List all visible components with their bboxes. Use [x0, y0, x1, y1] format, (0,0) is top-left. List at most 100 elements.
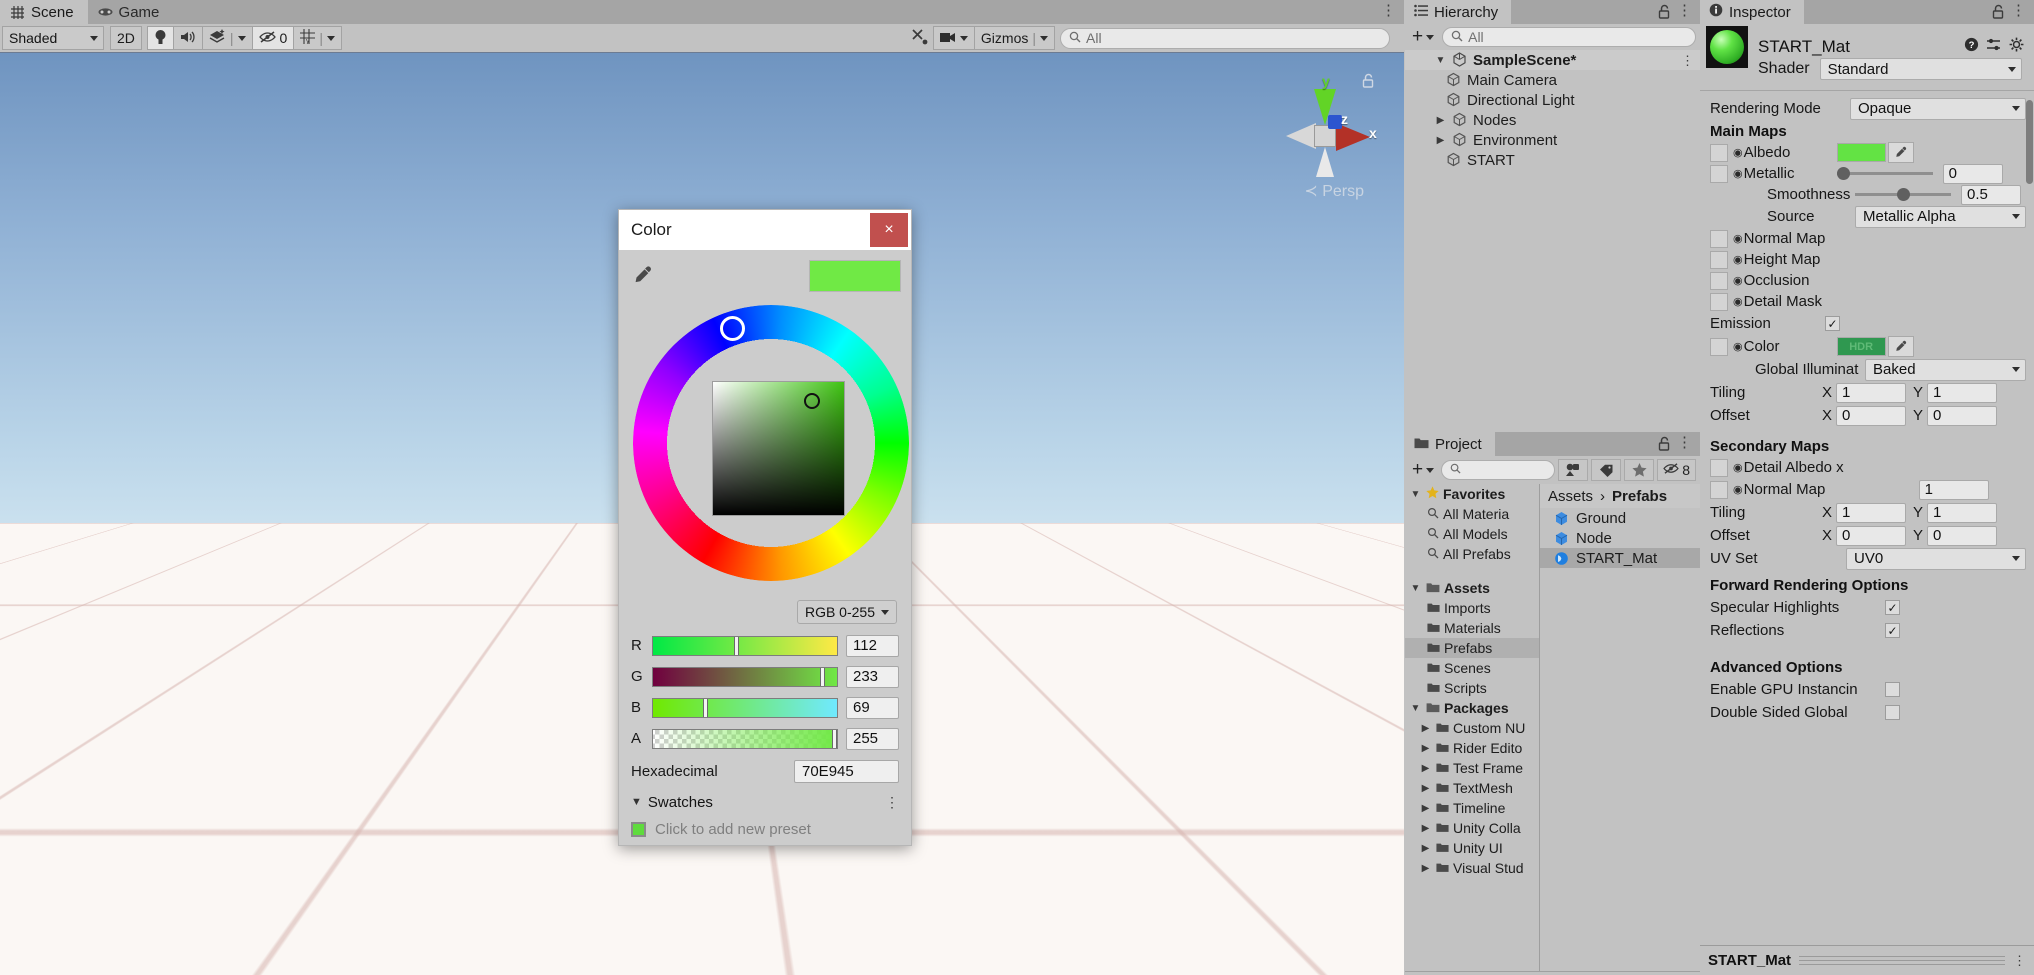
eyedropper-icon[interactable]	[629, 263, 657, 289]
swatches-header[interactable]: ▼ Swatches ⋮	[619, 788, 911, 816]
rendering-mode-dropdown[interactable]: Opaque	[1850, 97, 2026, 120]
channel-thumb-b[interactable]	[702, 698, 708, 717]
shading-mode-dropdown[interactable]: Shaded	[2, 26, 104, 50]
asset-item-node[interactable]: Node	[1540, 528, 1700, 548]
project-tree-custom-nuget[interactable]: ▶ Custom NU	[1405, 718, 1539, 738]
chevron-down-icon[interactable]	[237, 35, 246, 41]
scene-grid-toggle[interactable]: y |	[293, 26, 342, 50]
channel-thumb-g[interactable]	[820, 667, 826, 686]
color-picker-titlebar[interactable]: Color ×	[619, 210, 911, 250]
kebab-menu-icon[interactable]: ⋮	[1681, 54, 1694, 67]
directional-light-gizmo[interactable]: ✱	[548, 530, 566, 548]
tiling-y-field[interactable]: 1	[1927, 382, 1998, 403]
close-icon[interactable]: ×	[870, 213, 908, 247]
emission-texture-slot[interactable]	[1710, 337, 1728, 356]
detail-mask-texture-slot[interactable]	[1710, 292, 1728, 311]
scene-gizmo-marker[interactable]	[395, 598, 415, 612]
asset-item-ground[interactable]: Ground	[1540, 508, 1700, 528]
hex-input[interactable]: 70E945	[794, 759, 899, 783]
chevron-right-icon[interactable]: ▶	[1419, 803, 1432, 814]
reflections-checkbox[interactable]: ✓	[1885, 623, 1900, 638]
scene-tools-button[interactable]	[906, 26, 934, 50]
secondary-offset-y-field[interactable]: 0	[1927, 525, 1998, 546]
hierarchy-item-nodes[interactable]: ▶ Nodes	[1405, 110, 1700, 130]
secondary-tiling-y-field[interactable]: 1	[1927, 502, 1998, 523]
albedo-texture-slot[interactable]	[1710, 143, 1728, 162]
project-tree-all-prefabs[interactable]: All Prefabs	[1405, 544, 1539, 564]
chevron-down-icon[interactable]: ▼	[1409, 489, 1422, 500]
smoothness-value-field[interactable]: 0.5	[1961, 184, 2021, 205]
gi-dropdown[interactable]: Baked	[1865, 358, 2026, 381]
kebab-menu-icon[interactable]: ⋮	[1677, 435, 1692, 450]
chevron-right-icon[interactable]: ▶	[1419, 863, 1432, 874]
lock-open-icon[interactable]	[1658, 436, 1672, 451]
lock-open-icon[interactable]	[1992, 4, 2006, 19]
hierarchy-item-environment[interactable]: ▶ Environment	[1405, 130, 1700, 150]
project-tree-prefabs[interactable]: Prefabs	[1405, 638, 1539, 658]
project-tree-textmesh[interactable]: ▶ TextMesh	[1405, 778, 1539, 798]
hierarchy-add-button[interactable]: +	[1409, 26, 1437, 48]
channel-slider-b[interactable]	[652, 697, 838, 718]
channel-slider-g[interactable]	[652, 666, 838, 687]
project-hidden-count[interactable]: 8	[1657, 459, 1696, 481]
scene-hidden-objects-toggle[interactable]: 0	[251, 26, 295, 50]
chevron-down-icon[interactable]: ▼	[1409, 583, 1422, 594]
preset-color-chip[interactable]	[631, 821, 646, 837]
scene-camera-button[interactable]	[932, 26, 975, 50]
scene-panel-menu-icon[interactable]: ⋮	[1381, 3, 1396, 18]
secondary-normal-value-field[interactable]: 1	[1918, 479, 1989, 500]
normal-map-texture-slot[interactable]	[1710, 229, 1728, 248]
metallic-value-field[interactable]: 0	[1942, 163, 2003, 184]
material-preview-thumbnail[interactable]	[1706, 26, 1748, 68]
color-mode-dropdown[interactable]: RGB 0-255	[796, 600, 897, 624]
lock-open-icon[interactable]	[1658, 4, 1672, 19]
source-dropdown[interactable]: Metallic Alpha	[1855, 205, 2026, 228]
kebab-menu-icon[interactable]: ⋮	[2013, 953, 2026, 969]
gizmo-axis-negy-cone[interactable]	[1316, 147, 1334, 177]
chevron-right-icon[interactable]: ▶	[1434, 135, 1447, 146]
channel-value-a[interactable]: 255	[846, 727, 899, 750]
scene-search-input[interactable]: All	[1060, 27, 1390, 49]
kebab-menu-icon[interactable]: ⋮	[1677, 3, 1692, 18]
project-tree-visual-studio[interactable]: ▶ Visual Stud	[1405, 858, 1539, 878]
uv-set-dropdown[interactable]: UV0	[1846, 547, 2026, 570]
chevron-right-icon[interactable]: ▶	[1434, 115, 1447, 126]
toggle-2d-button[interactable]: 2D	[110, 26, 142, 50]
hierarchy-item-main-camera[interactable]: Main Camera	[1405, 70, 1700, 90]
secondary-tiling-x-field[interactable]: 1	[1836, 502, 1907, 523]
shader-dropdown[interactable]: Standard	[1819, 58, 2022, 80]
scene-audio-toggle[interactable]	[172, 26, 203, 50]
detail-albedo-texture-slot[interactable]	[1710, 458, 1728, 477]
double-sided-checkbox[interactable]	[1885, 705, 1900, 720]
hierarchy-search-input[interactable]: All	[1442, 27, 1696, 47]
project-tree-timeline[interactable]: ▶ Timeline	[1405, 798, 1539, 818]
emission-color-field[interactable]: HDR	[1836, 337, 1886, 356]
breadcrumb-assets[interactable]: Assets	[1548, 488, 1593, 505]
emission-checkbox[interactable]: ✓	[1825, 316, 1840, 331]
hierarchy-item-samplescene[interactable]: ▼ SampleScene* ⋮	[1405, 50, 1700, 70]
star-icon[interactable]	[1624, 459, 1655, 481]
gizmo-axis-z-handle[interactable]	[1328, 115, 1342, 129]
project-tree-packages[interactable]: ▼ Packages	[1405, 698, 1539, 718]
chevron-down-icon[interactable]	[1040, 35, 1048, 41]
start-cube-object[interactable]	[950, 539, 1100, 684]
chevron-right-icon[interactable]: ▶	[1419, 763, 1432, 774]
tab-project[interactable]: Project	[1405, 432, 1495, 456]
lock-open-icon[interactable]	[1362, 73, 1376, 89]
channel-value-b[interactable]: 69	[846, 696, 899, 719]
specular-checkbox[interactable]: ✓	[1885, 600, 1900, 615]
help-icon[interactable]: ?	[1964, 37, 1979, 57]
chevron-down-icon[interactable]	[326, 35, 335, 41]
preset-icon[interactable]	[1986, 37, 2002, 57]
project-search-input[interactable]	[1441, 460, 1556, 480]
tag-icon[interactable]	[1591, 459, 1622, 481]
chevron-down-icon[interactable]	[959, 35, 968, 41]
chevron-right-icon[interactable]: ▶	[1419, 743, 1432, 754]
smoothness-slider[interactable]	[1855, 188, 1951, 201]
scene-orientation-gizmo[interactable]: y x z ≺ Persp	[1270, 67, 1382, 207]
scene-fx-toggle[interactable]: |	[201, 26, 253, 50]
gizmo-axis-negx-cone[interactable]	[1286, 123, 1316, 149]
gizmos-dropdown[interactable]: Gizmos |	[973, 26, 1055, 50]
occlusion-texture-slot[interactable]	[1710, 271, 1728, 290]
add-preset-row[interactable]: Click to add new preset	[619, 816, 911, 842]
